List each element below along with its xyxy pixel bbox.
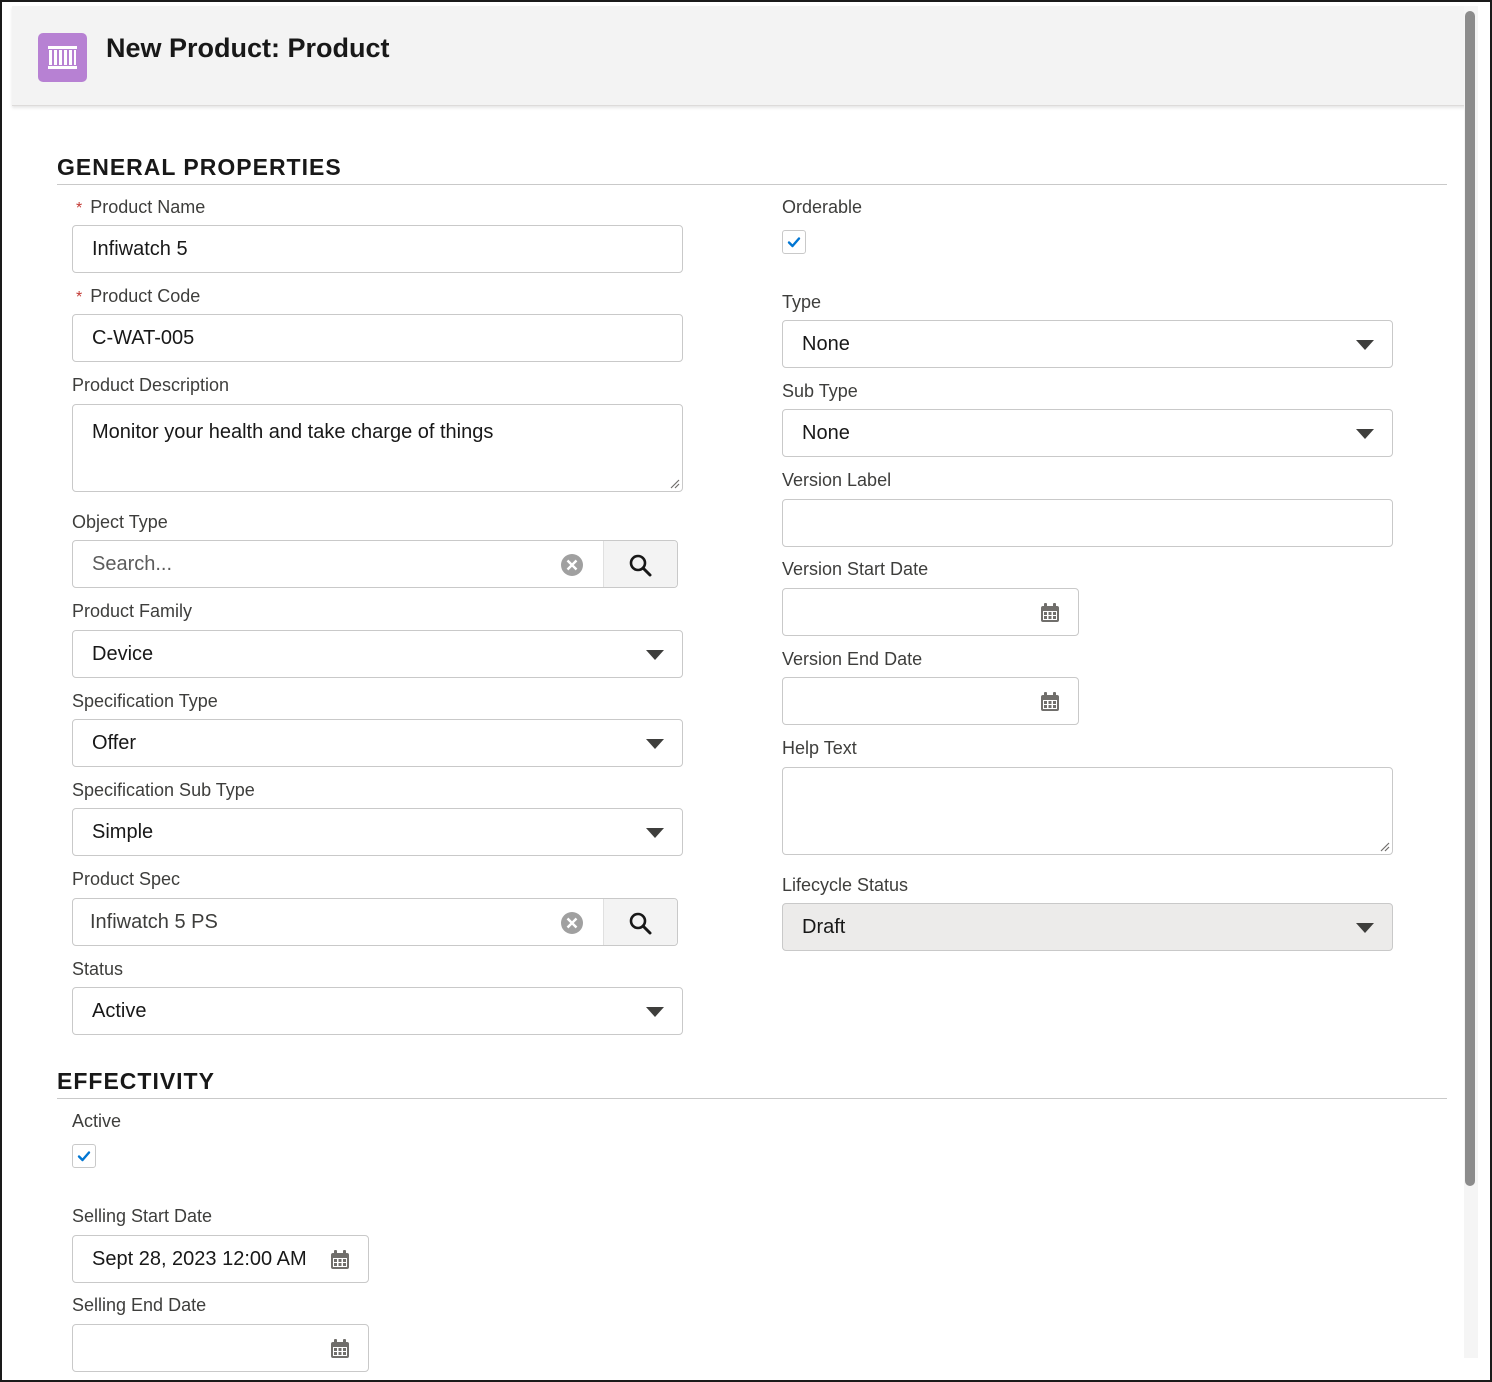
product-family-label: Product Family [72,601,193,621]
selling-end-date-input[interactable] [72,1324,369,1372]
sub-type-label: Sub Type [782,381,858,401]
modal-frame: New Product: Product GENERAL PROPERTIES … [0,0,1492,1382]
specification-type-select[interactable]: Offer [72,719,683,767]
selling-end-date-label: Selling End Date [72,1295,207,1315]
status-label: Status [72,959,124,979]
product-icon [38,33,87,82]
calendar-icon[interactable] [1040,692,1060,712]
section-title-effectivity: EFFECTIVITY [57,1068,215,1094]
search-icon [629,554,652,577]
checkmark-icon [787,237,801,248]
chevron-down-icon [646,739,664,749]
product-spec-lookup[interactable]: Infiwatch 5 PS [72,898,678,946]
object-type-search-button[interactable] [603,541,677,587]
selling-start-date-label: Selling Start Date [72,1206,213,1226]
section-divider [57,1098,1447,1099]
search-icon [629,912,652,935]
modal-header: New Product: Product [12,6,1468,106]
version-end-date-label: Version End Date [782,649,923,669]
version-start-date-label: Version Start Date [782,559,929,579]
calendar-icon[interactable] [330,1250,350,1270]
chevron-down-icon [1356,340,1374,350]
calendar-icon[interactable] [330,1339,350,1359]
product-spec-search-button[interactable] [603,899,677,945]
specification-type-label: Specification Type [72,691,218,711]
version-end-date-input[interactable] [782,677,1079,725]
product-name-label: * Product Name [76,197,206,217]
object-type-label: Object Type [72,512,168,532]
sub-type-select[interactable]: None [782,409,1393,457]
type-label: Type [782,292,822,312]
lifecycle-status-label: Lifecycle Status [782,875,909,895]
chevron-down-icon [1356,923,1374,933]
orderable-label: Orderable [782,197,863,217]
required-marker: * [76,200,83,217]
checkmark-icon [77,1151,91,1162]
product-code-label: * Product Code [76,286,201,306]
product-description-textarea[interactable]: Monitor your health and take charge of t… [72,404,683,492]
chevron-down-icon [646,650,664,660]
chevron-down-icon [646,828,664,838]
required-marker: * [76,289,83,306]
product-description-label: Product Description [72,375,230,395]
chevron-down-icon [646,1007,664,1017]
help-text-label: Help Text [782,738,857,758]
object-type-lookup[interactable]: Search... [72,540,678,588]
calendar-icon[interactable] [1040,603,1060,623]
section-divider [57,184,1447,185]
resize-grip-icon[interactable] [668,477,680,489]
specification-sub-type-label: Specification Sub Type [72,780,255,800]
product-spec-value[interactable]: Infiwatch 5 PS [90,911,218,934]
type-select[interactable]: None [782,320,1393,368]
lifecycle-status-select: Draft [782,903,1393,951]
section-title-general: GENERAL PROPERTIES [57,154,342,180]
clear-icon[interactable] [560,911,584,935]
active-label: Active [72,1111,122,1131]
orderable-checkbox[interactable] [782,230,806,254]
scrollbar-thumb[interactable] [1465,11,1475,1186]
version-label-input[interactable] [782,499,1393,547]
product-spec-label: Product Spec [72,869,181,889]
specification-sub-type-select[interactable]: Simple [72,808,683,856]
product-family-select[interactable]: Device [72,630,683,678]
chevron-down-icon [1356,429,1374,439]
selling-start-date-input[interactable]: Sept 28, 2023 12:00 AM [72,1235,369,1283]
resize-grip-icon[interactable] [1378,840,1390,852]
product-name-input[interactable]: Infiwatch 5 [72,225,683,273]
product-code-input[interactable]: C-WAT-005 [72,314,683,362]
help-text-textarea[interactable] [782,767,1393,855]
version-start-date-input[interactable] [782,588,1079,636]
page-title: New Product: Product [106,33,390,63]
version-label-label: Version Label [782,470,892,490]
object-type-search-input[interactable]: Search... [92,553,172,576]
active-checkbox[interactable] [72,1144,96,1168]
clear-icon[interactable] [560,553,584,577]
status-select[interactable]: Active [72,987,683,1035]
